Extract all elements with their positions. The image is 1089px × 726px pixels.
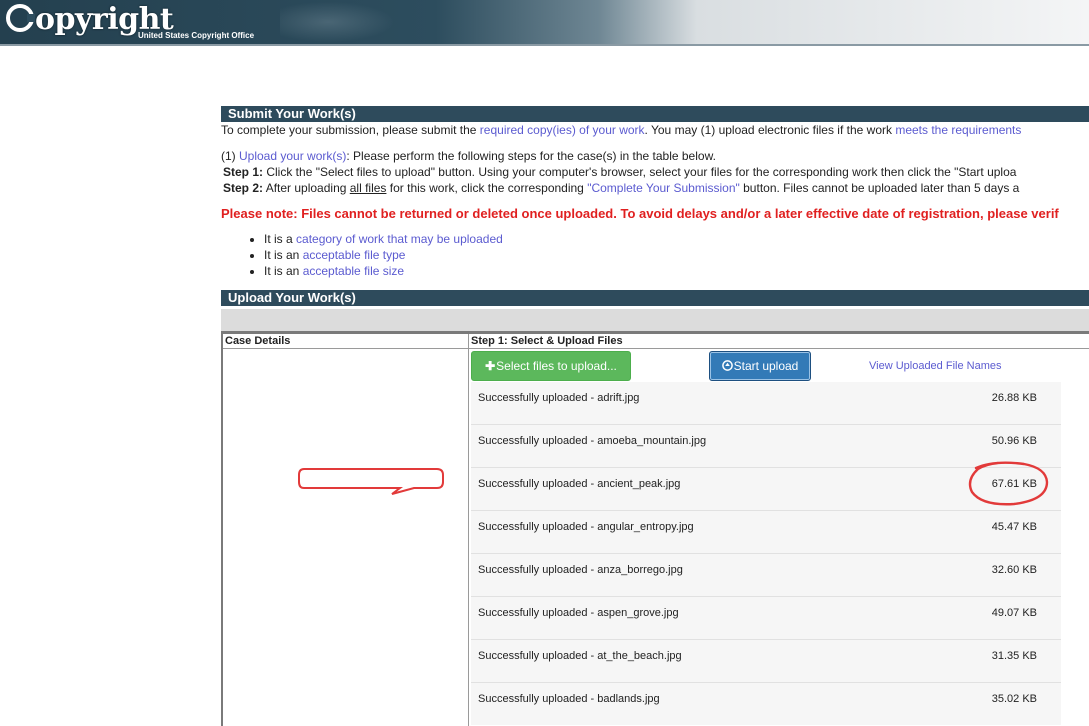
upload-circle-icon [721,360,733,371]
upload-column: Step 1: Select & Upload Files ✚Select fi… [469,334,1089,726]
file-status: Successfully uploaded - aspen_grove.jpg [478,607,679,619]
plus-icon: ✚ [485,359,496,373]
seal-decoration [280,0,400,44]
file-status: Successfully uploaded - adrift.jpg [478,392,640,404]
case-details-column: Case Details [221,334,469,726]
meets-requirements-link[interactable]: meets the requirements [895,123,1021,137]
table-row: Successfully uploaded - anza_borrego.jpg… [471,553,1061,596]
upload-column-header: Step 1: Select & Upload Files [469,334,1089,349]
submit-intro: To complete your submission, please subm… [221,123,1022,137]
start-upload-button[interactable]: Start upload [709,351,811,381]
header-banner: opyright United States Copyright Office [0,0,1089,46]
submit-section: Submit Your Work(s) To complete your sub… [221,106,1089,306]
required-copies-link[interactable]: required copy(ies) of your work [480,123,645,137]
case-details-header: Case Details [223,334,468,349]
file-status: Successfully uploaded - badlands.jpg [478,693,660,705]
file-status: Successfully uploaded - at_the_beach.jpg [478,650,682,662]
category-link[interactable]: category of work that may be uploaded [296,232,503,246]
table-row: Successfully uploaded - aspen_grove.jpg 4… [471,596,1061,639]
select-files-button[interactable]: ✚Select files to upload... [471,351,631,381]
file-type-link[interactable]: acceptable file type [303,248,406,262]
file-status: Successfully uploaded - amoeba_mountain.… [478,435,707,447]
file-size-link[interactable]: acceptable file size [303,264,404,278]
file-size: 35.02 KB [991,693,1037,705]
list-item: It is an acceptable file size [264,263,1089,279]
uploaded-file-list: Successfully uploaded - adrift.jpg 26.88 … [471,382,1061,725]
table-toolbar [221,309,1089,331]
upload-table: Case Details Step 1: Select & Upload Fil… [221,331,1089,726]
file-size: 45.47 KB [991,521,1037,533]
view-uploaded-files-link[interactable]: View Uploaded File Names [869,360,1001,372]
annotation-circle [968,461,1049,506]
upload-works-link[interactable]: Upload your work(s) [239,149,346,163]
file-size: 32.60 KB [991,564,1037,576]
upload-title: Upload Your Work(s) [221,290,1089,306]
annotation-callout [298,468,444,495]
step1-instruction: Step 1: Click the "Select files to uploa… [223,165,1017,179]
file-size: 31.35 KB [991,650,1037,662]
submit-title: Submit Your Work(s) [221,106,1089,122]
step2-instruction: Step 2: After uploading all files for th… [223,181,1020,195]
file-status: Successfully uploaded - ancient_peak.jpg [478,478,681,490]
file-status: Successfully uploaded - anza_borrego.jpg [478,564,683,576]
file-size: 50.96 KB [991,435,1037,447]
list-item: It is an acceptable file type [264,247,1089,263]
file-status: Successfully uploaded - angular_entropy.… [478,521,694,533]
complete-submission-link[interactable]: "Complete Your Submission" [587,181,740,195]
table-row: Successfully uploaded - badlands.jpg 35.0… [471,682,1061,725]
logo-c-icon [6,4,35,32]
list-item: It is a category of work that may be upl… [264,231,1089,247]
file-size: 26.88 KB [991,392,1037,404]
requirements-list: It is a category of work that may be upl… [221,231,1089,279]
file-size: 49.07 KB [991,607,1037,619]
logo-subtitle: United States Copyright Office [138,31,255,40]
upload-instructions: (1) Upload your work(s): Please perform … [221,149,716,163]
warning-note: Please note: Files cannot be returned or… [221,206,1059,221]
table-row: Successfully uploaded - angular_entropy.… [471,510,1061,553]
table-row: Successfully uploaded - at_the_beach.jpg… [471,639,1061,682]
table-row: Successfully uploaded - adrift.jpg 26.88 … [471,382,1061,424]
